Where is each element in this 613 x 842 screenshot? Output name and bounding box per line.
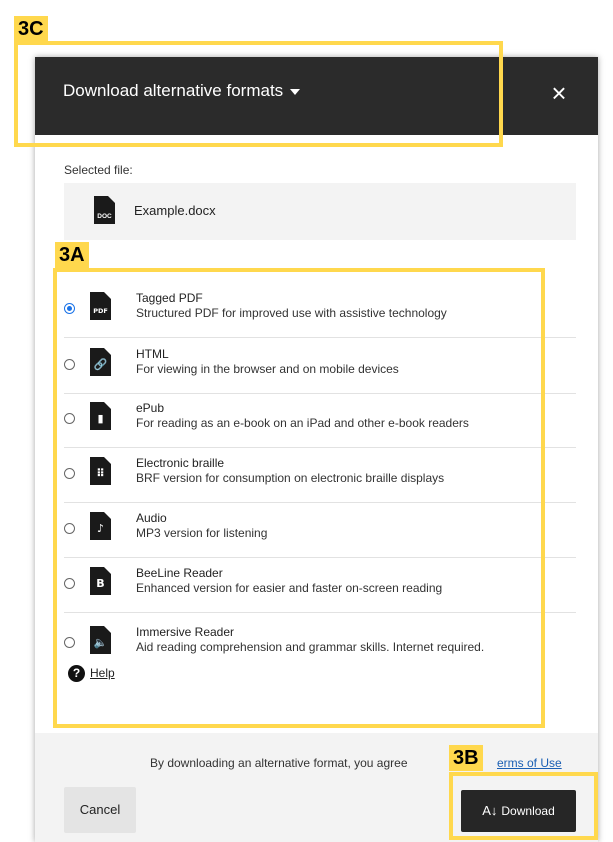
label-3b: 3B (449, 745, 483, 771)
file-name: Example.docx (134, 203, 216, 218)
cancel-button[interactable]: Cancel (64, 787, 136, 833)
highlight-3a (53, 268, 545, 728)
highlight-3c (14, 41, 503, 147)
agreement-text: By downloading an alternative format, yo… (150, 756, 408, 770)
selected-file-label: Selected file: (64, 163, 133, 177)
label-3c: 3C (14, 16, 48, 42)
highlight-3b (449, 772, 598, 840)
svg-text:DOC: DOC (97, 213, 112, 220)
terms-link[interactable]: erms of Use (497, 756, 562, 770)
close-button[interactable]: × (545, 79, 573, 107)
label-3a: 3A (55, 242, 89, 268)
selected-file-box: DOC Example.docx (64, 183, 576, 240)
doc-file-icon: DOC (94, 196, 115, 224)
